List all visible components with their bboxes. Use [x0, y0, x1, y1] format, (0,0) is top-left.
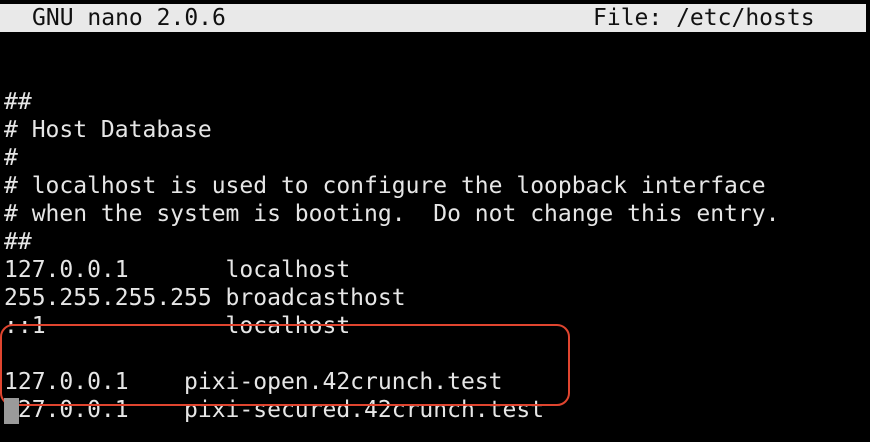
text-editor-area[interactable]: ## # Host Database # # localhost is used…	[4, 60, 866, 442]
editor-line-cursor-line[interactable]	[4, 424, 866, 442]
text-cursor	[4, 398, 19, 424]
host-entry-localhost-ipv4[interactable]: 127.0.0.1 localhost	[4, 256, 866, 284]
editor-line-comment-blank[interactable]: #	[4, 144, 866, 172]
nano-terminal-window: GNU nano 2.0.6 File: /etc/hosts ## # Hos…	[0, 0, 870, 442]
editor-line-blank-top[interactable]	[4, 60, 866, 88]
host-entry-broadcasthost[interactable]: 255.255.255.255 broadcasthost	[4, 284, 866, 312]
editor-line-comment-localhost[interactable]: # localhost is used to configure the loo…	[4, 172, 866, 200]
editor-line-comment-end[interactable]: ##	[4, 228, 866, 256]
editor-line-comment-title[interactable]: # Host Database	[4, 116, 866, 144]
editor-line-comment-separator[interactable]: ##	[4, 88, 866, 116]
host-entry-pixi-secured[interactable]: 127.0.0.1 pixi-secured.42crunch.test	[4, 396, 866, 424]
editor-line-blank[interactable]	[4, 340, 866, 368]
host-entry-pixi-open[interactable]: 127.0.0.1 pixi-open.42crunch.test	[4, 368, 866, 396]
host-entry-localhost-ipv6[interactable]: ::1 localhost	[4, 312, 866, 340]
file-path-label: File: /etc/hosts	[593, 5, 815, 31]
nano-title-bar: GNU nano 2.0.6 File: /etc/hosts	[0, 4, 866, 32]
editor-line-comment-booting[interactable]: # when the system is booting. Do not cha…	[4, 200, 866, 228]
nano-version-label: GNU nano 2.0.6	[32, 5, 226, 31]
